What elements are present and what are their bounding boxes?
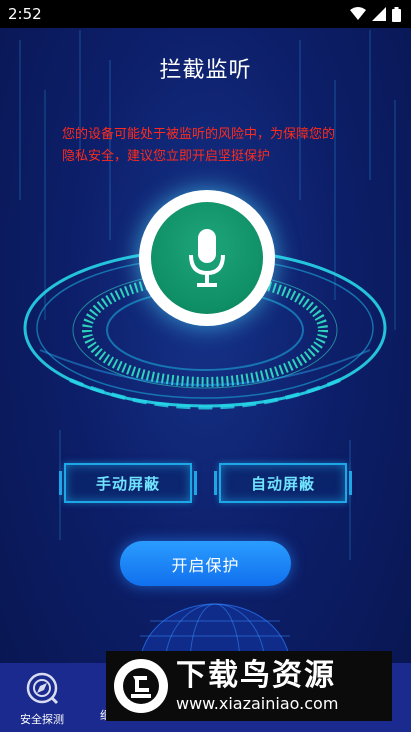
risk-warning-text: 您的设备可能处于被监听的风险中，为保障您的 隐私安全，建议您立即开启坚挺保护 (62, 127, 336, 164)
signal-icon (372, 7, 386, 21)
watermark-text: 下载鸟资源 www.xiazainiao.com (176, 658, 338, 714)
compass-scan-icon (26, 672, 59, 705)
microphone-button[interactable] (139, 190, 275, 326)
watermark-title: 下载鸟资源 (176, 658, 336, 693)
watermark-url: www.xiazainiao.com (176, 694, 339, 713)
status-icons (350, 6, 401, 22)
microphone-inner (151, 202, 263, 314)
status-time: 2:52 (8, 5, 42, 23)
microphone-icon (189, 229, 225, 287)
battery-icon (392, 6, 401, 22)
nav-item-security-scan[interactable]: 安全探测 (14, 671, 70, 727)
auto-block-button[interactable]: 自动屏蔽 (214, 463, 352, 503)
wifi-icon (350, 7, 366, 20)
watermark-banner: 下载鸟资源 www.xiazainiao.com (106, 651, 392, 721)
page-title: 拦截监听 (159, 58, 252, 83)
nav-label-security-scan: 安全探测 (20, 713, 64, 726)
manual-block-button[interactable]: 手动屏蔽 (59, 463, 197, 503)
watermark-logo (114, 659, 168, 713)
bird-logo-icon (123, 668, 159, 704)
enable-protection-button[interactable]: 开启保护 (120, 541, 291, 586)
status-bar: 2:52 (0, 0, 411, 28)
